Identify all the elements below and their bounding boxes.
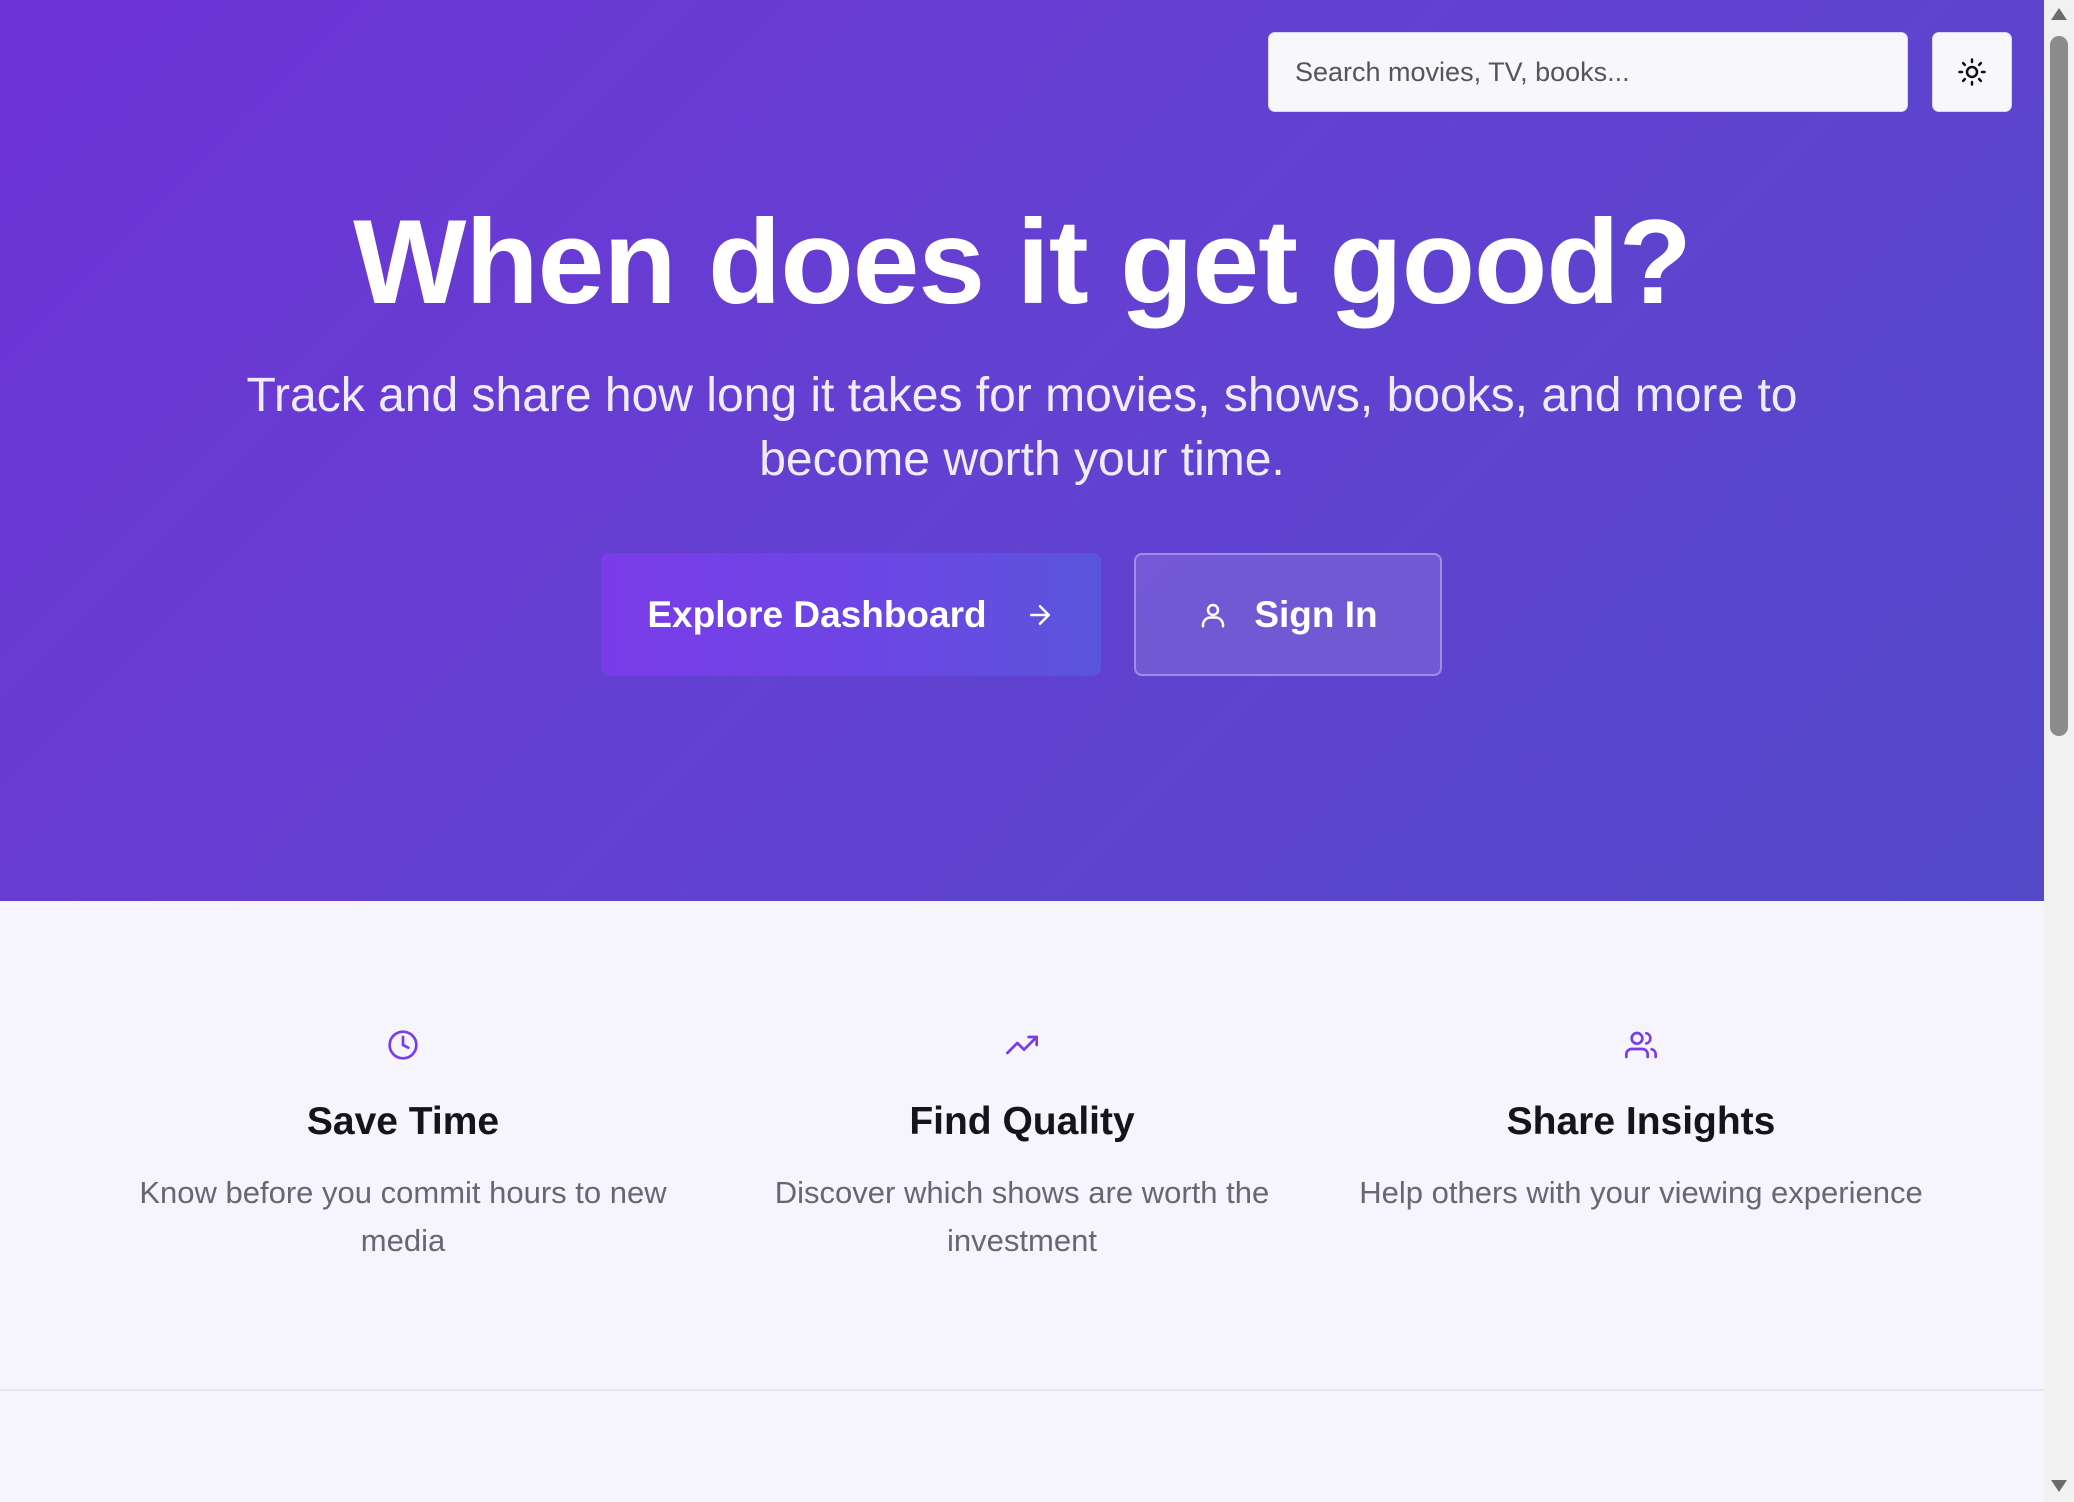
features-section: Save Time Know before you commit hours t… xyxy=(0,901,2044,1390)
page-title: When does it get good? xyxy=(353,195,1692,329)
landing-page: When does it get good? Track and share h… xyxy=(0,0,2044,1502)
scroll-down-arrow-icon[interactable] xyxy=(2051,1480,2067,1492)
user-icon xyxy=(1202,603,1225,627)
users-icon xyxy=(1625,1031,1657,1059)
feature-title: Save Time xyxy=(306,1100,500,1143)
feature-title: Find Quality xyxy=(909,1100,1135,1143)
feature-title: Share Insights xyxy=(1506,1100,1776,1143)
theme-toggle-button[interactable] xyxy=(1932,32,2012,112)
clock-icon xyxy=(388,1030,418,1060)
sign-in-label: Sign In xyxy=(1254,593,1378,635)
feature-description: Help others with your viewing experience xyxy=(1359,1175,1923,1210)
search-input[interactable] xyxy=(1268,32,1908,112)
explore-dashboard-button[interactable]: Explore Dashboard xyxy=(601,553,1101,676)
hero-subtitle: Track and share how long it takes for mo… xyxy=(246,369,1798,486)
scroll-up-arrow-icon[interactable] xyxy=(2051,8,2067,20)
feature-description: Discover which shows are worth the inves… xyxy=(774,1175,1270,1258)
sign-in-button[interactable]: Sign In xyxy=(1134,553,1442,676)
trending-up-icon xyxy=(1006,1035,1038,1055)
scrollbar-thumb[interactable] xyxy=(2050,36,2068,736)
arrow-right-icon xyxy=(1029,604,1050,625)
feature-description: Know before you commit hours to new medi… xyxy=(139,1175,667,1258)
sun-icon xyxy=(1958,58,1986,86)
section-divider xyxy=(0,1389,2044,1391)
hero-section: When does it get good? Track and share h… xyxy=(0,0,2044,901)
explore-dashboard-label: Explore Dashboard xyxy=(647,593,987,635)
